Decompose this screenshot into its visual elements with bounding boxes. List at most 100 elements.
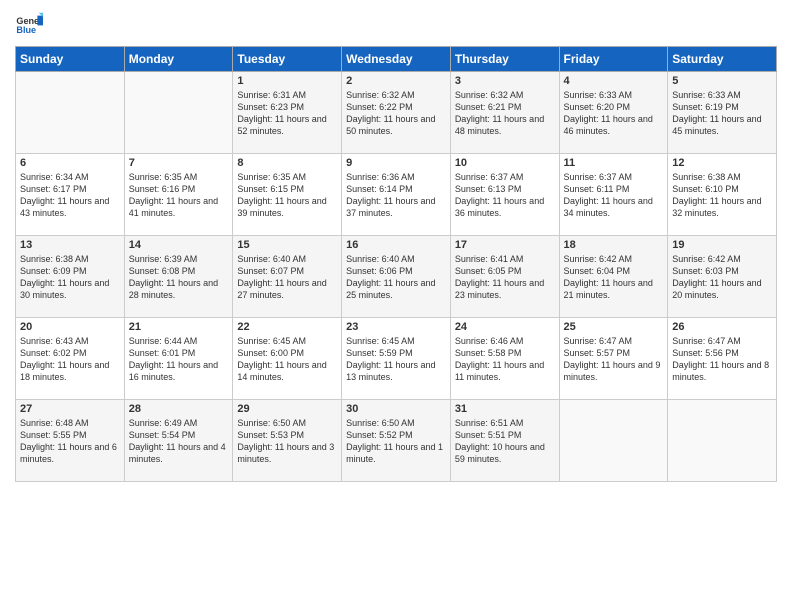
weekday-header: Monday	[124, 47, 233, 72]
day-number: 3	[455, 75, 555, 87]
calendar-cell: 24Sunrise: 6:46 AM Sunset: 5:58 PM Dayli…	[450, 318, 559, 400]
calendar-cell	[124, 72, 233, 154]
cell-content: Sunrise: 6:43 AM Sunset: 6:02 PM Dayligh…	[20, 335, 120, 384]
day-number: 23	[346, 321, 446, 333]
calendar-row: 20 Sunrise: 6:43 AM Sunset: 6:02 PM Dayli…	[16, 318, 777, 400]
weekday-header: Thursday	[450, 47, 559, 72]
day-number: 15	[237, 239, 337, 251]
calendar-row: 1 Sunrise: 6:31 AM Sunset: 6:23 PM Daylig…	[16, 72, 777, 154]
calendar-cell: 1 Sunrise: 6:31 AM Sunset: 6:23 PM Daylig…	[233, 72, 342, 154]
day-number: 4	[564, 75, 664, 87]
calendar-row: 27 Sunrise: 6:48 AM Sunset: 5:55 PM Dayli…	[16, 400, 777, 482]
calendar-cell: 8 Sunrise: 6:35 AM Sunset: 6:15 PM Daylig…	[233, 154, 342, 236]
calendar-cell: 9 Sunrise: 6:36 AM Sunset: 6:14 PM Daylig…	[342, 154, 451, 236]
day-number: 22	[237, 321, 337, 333]
calendar-cell: 3 Sunrise: 6:32 AM Sunset: 6:21 PM Daylig…	[450, 72, 559, 154]
cell-content: Sunrise: 6:33 AM Sunset: 6:20 PM Dayligh…	[564, 89, 664, 138]
cell-content: Sunrise: 6:37 AM Sunset: 6:13 PM Dayligh…	[455, 171, 555, 220]
cell-content: Sunrise: 6:44 AM Sunset: 6:01 PM Dayligh…	[129, 335, 229, 384]
day-number: 7	[129, 157, 229, 169]
weekday-header: Sunday	[16, 47, 125, 72]
cell-content: Sunrise: 6:49 AM Sunset: 5:54 PM Dayligh…	[129, 417, 229, 466]
day-number: 1	[237, 75, 337, 87]
calendar-cell: 23 Sunrise: 6:45 AM Sunset: 5:59 PM Dayli…	[342, 318, 451, 400]
calendar-cell: 5Sunrise: 6:33 AM Sunset: 6:19 PM Daylig…	[668, 72, 777, 154]
calendar-cell: 10 Sunrise: 6:37 AM Sunset: 6:13 PM Dayli…	[450, 154, 559, 236]
cell-content: Sunrise: 6:41 AM Sunset: 6:05 PM Dayligh…	[455, 253, 555, 302]
cell-content: Sunrise: 6:36 AM Sunset: 6:14 PM Dayligh…	[346, 171, 446, 220]
day-number: 20	[20, 321, 120, 333]
calendar-cell: 13Sunrise: 6:38 AM Sunset: 6:09 PM Dayli…	[16, 236, 125, 318]
calendar-cell	[559, 400, 668, 482]
cell-content: Sunrise: 6:48 AM Sunset: 5:55 PM Dayligh…	[20, 417, 120, 466]
logo: General Blue	[15, 10, 43, 38]
cell-content: Sunrise: 6:45 AM Sunset: 6:00 PM Dayligh…	[237, 335, 337, 384]
day-number: 21	[129, 321, 229, 333]
calendar-row: 6Sunrise: 6:34 AM Sunset: 6:17 PM Daylig…	[16, 154, 777, 236]
calendar-cell: 4 Sunrise: 6:33 AM Sunset: 6:20 PM Daylig…	[559, 72, 668, 154]
day-number: 12	[672, 157, 772, 169]
day-number: 27	[20, 403, 120, 415]
cell-content: Sunrise: 6:37 AM Sunset: 6:11 PM Dayligh…	[564, 171, 664, 220]
day-number: 8	[237, 157, 337, 169]
calendar-cell: 7 Sunrise: 6:35 AM Sunset: 6:16 PM Daylig…	[124, 154, 233, 236]
calendar-cell: 11 Sunrise: 6:37 AM Sunset: 6:11 PM Dayli…	[559, 154, 668, 236]
cell-content: Sunrise: 6:32 AM Sunset: 6:22 PM Dayligh…	[346, 89, 446, 138]
calendar-cell	[16, 72, 125, 154]
cell-content: Sunrise: 6:31 AM Sunset: 6:23 PM Dayligh…	[237, 89, 337, 138]
cell-content: Sunrise: 6:45 AM Sunset: 5:59 PM Dayligh…	[346, 335, 446, 384]
cell-content: Sunrise: 6:42 AM Sunset: 6:03 PM Dayligh…	[672, 253, 772, 302]
day-number: 28	[129, 403, 229, 415]
day-number: 17	[455, 239, 555, 251]
day-number: 19	[672, 239, 772, 251]
calendar-cell: 27 Sunrise: 6:48 AM Sunset: 5:55 PM Dayli…	[16, 400, 125, 482]
cell-content: Sunrise: 6:50 AM Sunset: 5:53 PM Dayligh…	[237, 417, 337, 466]
calendar-cell	[668, 400, 777, 482]
calendar-row: 13Sunrise: 6:38 AM Sunset: 6:09 PM Dayli…	[16, 236, 777, 318]
cell-content: Sunrise: 6:35 AM Sunset: 6:16 PM Dayligh…	[129, 171, 229, 220]
day-number: 13	[20, 239, 120, 251]
svg-text:Blue: Blue	[16, 25, 36, 35]
calendar-cell: 6Sunrise: 6:34 AM Sunset: 6:17 PM Daylig…	[16, 154, 125, 236]
cell-content: Sunrise: 6:47 AM Sunset: 5:57 PM Dayligh…	[564, 335, 664, 384]
calendar-cell: 17 Sunrise: 6:41 AM Sunset: 6:05 PM Dayli…	[450, 236, 559, 318]
cell-content: Sunrise: 6:32 AM Sunset: 6:21 PM Dayligh…	[455, 89, 555, 138]
cell-content: Sunrise: 6:33 AM Sunset: 6:19 PM Dayligh…	[672, 89, 772, 138]
cell-content: Sunrise: 6:50 AM Sunset: 5:52 PM Dayligh…	[346, 417, 446, 466]
calendar-cell: 28 Sunrise: 6:49 AM Sunset: 5:54 PM Dayli…	[124, 400, 233, 482]
logo-icon: General Blue	[15, 10, 43, 38]
day-number: 10	[455, 157, 555, 169]
calendar-cell: 29 Sunrise: 6:50 AM Sunset: 5:53 PM Dayli…	[233, 400, 342, 482]
calendar-cell: 14Sunrise: 6:39 AM Sunset: 6:08 PM Dayli…	[124, 236, 233, 318]
day-number: 14	[129, 239, 229, 251]
day-number: 26	[672, 321, 772, 333]
calendar-cell: 2Sunrise: 6:32 AM Sunset: 6:22 PM Daylig…	[342, 72, 451, 154]
calendar-cell: 20 Sunrise: 6:43 AM Sunset: 6:02 PM Dayli…	[16, 318, 125, 400]
weekday-header: Wednesday	[342, 47, 451, 72]
cell-content: Sunrise: 6:40 AM Sunset: 6:07 PM Dayligh…	[237, 253, 337, 302]
cell-content: Sunrise: 6:47 AM Sunset: 5:56 PM Dayligh…	[672, 335, 772, 384]
day-number: 24	[455, 321, 555, 333]
calendar-cell: 12Sunrise: 6:38 AM Sunset: 6:10 PM Dayli…	[668, 154, 777, 236]
day-number: 29	[237, 403, 337, 415]
day-number: 31	[455, 403, 555, 415]
weekday-header: Friday	[559, 47, 668, 72]
cell-content: Sunrise: 6:35 AM Sunset: 6:15 PM Dayligh…	[237, 171, 337, 220]
calendar-cell: 21 Sunrise: 6:44 AM Sunset: 6:01 PM Dayli…	[124, 318, 233, 400]
calendar-cell: 18Sunrise: 6:42 AM Sunset: 6:04 PM Dayli…	[559, 236, 668, 318]
day-number: 25	[564, 321, 664, 333]
cell-content: Sunrise: 6:40 AM Sunset: 6:06 PM Dayligh…	[346, 253, 446, 302]
page-header: General Blue	[15, 10, 777, 38]
calendar-cell: 31 Sunrise: 6:51 AM Sunset: 5:51 PM Dayli…	[450, 400, 559, 482]
calendar-cell: 15 Sunrise: 6:40 AM Sunset: 6:07 PM Dayli…	[233, 236, 342, 318]
cell-content: Sunrise: 6:51 AM Sunset: 5:51 PM Dayligh…	[455, 417, 555, 466]
day-number: 11	[564, 157, 664, 169]
calendar-cell: 26 Sunrise: 6:47 AM Sunset: 5:56 PM Dayli…	[668, 318, 777, 400]
day-number: 18	[564, 239, 664, 251]
day-number: 9	[346, 157, 446, 169]
cell-content: Sunrise: 6:34 AM Sunset: 6:17 PM Dayligh…	[20, 171, 120, 220]
calendar-cell: 22 Sunrise: 6:45 AM Sunset: 6:00 PM Dayli…	[233, 318, 342, 400]
calendar-table: SundayMondayTuesdayWednesdayThursdayFrid…	[15, 46, 777, 482]
calendar-cell: 25 Sunrise: 6:47 AM Sunset: 5:57 PM Dayli…	[559, 318, 668, 400]
weekday-header: Tuesday	[233, 47, 342, 72]
